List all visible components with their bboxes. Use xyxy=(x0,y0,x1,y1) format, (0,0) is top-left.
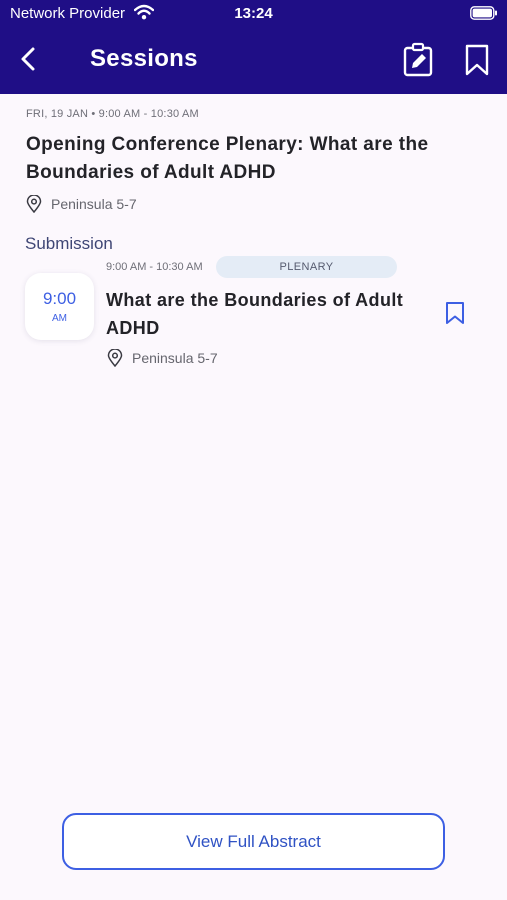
location-label: Peninsula 5-7 xyxy=(132,350,218,366)
location-label: Peninsula 5-7 xyxy=(51,196,137,212)
app-header: Network Provider 13:24 Sessions xyxy=(0,0,507,94)
status-bar: Network Provider 13:24 xyxy=(0,0,507,28)
submission-location: Peninsula 5-7 xyxy=(107,347,218,369)
submission-heading: Submission xyxy=(25,234,113,253)
submission-time-range: 9:00 AM - 10:30 AM xyxy=(106,261,203,273)
location-pin-icon xyxy=(26,195,42,213)
chevron-left-icon[interactable] xyxy=(14,44,42,74)
time-badge: 9:00 AM xyxy=(25,273,94,340)
edit-note-icon[interactable] xyxy=(402,42,436,78)
bookmark-icon[interactable] xyxy=(462,44,492,76)
start-time: 9:00 xyxy=(42,289,77,308)
view-full-abstract-button[interactable]: View Full Abstract xyxy=(62,813,445,870)
session-type-badge: PLENARY xyxy=(216,256,397,278)
status-time: 13:24 xyxy=(234,5,273,22)
session-date-time: FRI, 19 JAN • 9:00 AM - 10:30 AM xyxy=(26,108,199,120)
nav-bar: Sessions xyxy=(0,36,507,86)
battery-icon xyxy=(470,6,497,20)
location-pin-icon xyxy=(107,349,123,367)
session-title: Opening Conference Plenary: What are the… xyxy=(26,134,429,183)
bookmark-icon[interactable] xyxy=(444,301,466,325)
session-location: Peninsula 5-7 xyxy=(26,193,137,215)
submission-title[interactable]: What are the Boundaries of Adult ADHD xyxy=(106,286,426,342)
page-title: Sessions xyxy=(90,45,198,72)
am-pm-label: AM xyxy=(52,313,67,324)
